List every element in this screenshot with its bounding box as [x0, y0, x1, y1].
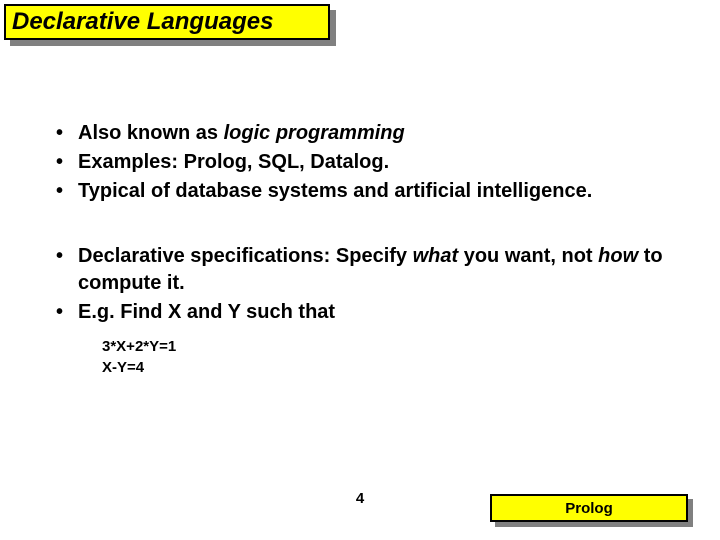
- bullet-list-1: Also known as logic programming Examples…: [56, 120, 680, 205]
- spacer: [56, 207, 680, 243]
- bullet-emphasis: what: [413, 245, 459, 267]
- bullet-text: Declarative specifications: Specify: [78, 245, 413, 267]
- slide-footer: 4 Prolog: [0, 490, 720, 520]
- title-front: Declarative Languages: [4, 4, 330, 40]
- slide-title-box: Declarative Languages: [4, 4, 330, 40]
- bullet-text: Also known as: [78, 122, 224, 144]
- bullet-text: Typical of database systems and artifici…: [78, 180, 592, 202]
- slide-title: Declarative Languages: [12, 8, 273, 36]
- equation-line: 3*X+2*Y=1: [102, 336, 680, 357]
- slide-content: Also known as logic programming Examples…: [56, 120, 680, 378]
- footer-label-box: Prolog: [490, 494, 688, 522]
- equation-line: X-Y=4: [102, 357, 680, 378]
- bullet-text: you want, not: [458, 245, 598, 267]
- page-number: 4: [356, 490, 364, 507]
- bullet-list-2: Declarative specifications: Specify what…: [56, 243, 680, 326]
- bullet-emphasis: logic programming: [224, 122, 405, 144]
- bullet-text: E.g. Find X and Y such that: [78, 301, 335, 323]
- footer-label: Prolog: [565, 500, 613, 517]
- list-item: Examples: Prolog, SQL, Datalog.: [56, 149, 680, 176]
- list-item: Also known as logic programming: [56, 120, 680, 147]
- bullet-text: Examples: Prolog, SQL, Datalog.: [78, 151, 389, 173]
- list-item: E.g. Find X and Y such that: [56, 299, 680, 326]
- equation-block: 3*X+2*Y=1 X-Y=4: [102, 336, 680, 378]
- label-front: Prolog: [490, 494, 688, 522]
- list-item: Typical of database systems and artifici…: [56, 178, 680, 205]
- list-item: Declarative specifications: Specify what…: [56, 243, 680, 297]
- bullet-emphasis: how: [598, 245, 638, 267]
